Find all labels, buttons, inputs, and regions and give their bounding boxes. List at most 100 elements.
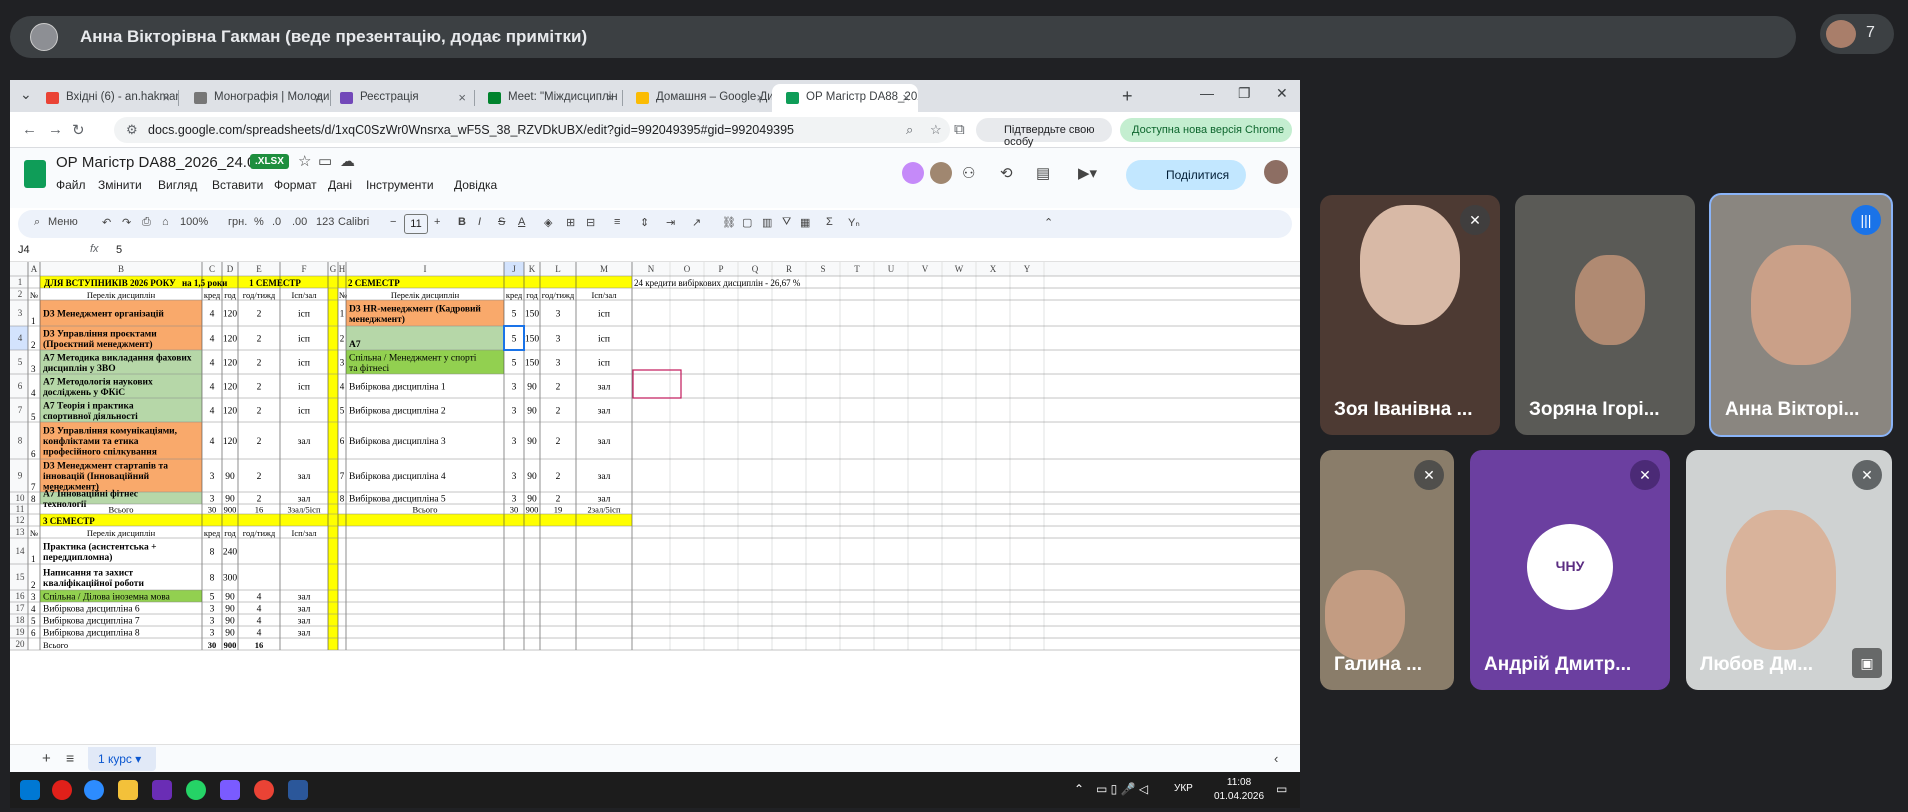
tab-monograph[interactable]: Монографія | Молодий в× xyxy=(180,84,330,112)
text-color-icon[interactable]: A xyxy=(518,216,525,228)
chrome-update-button[interactable]: Доступна нова версія Chrome xyxy=(1120,118,1292,142)
filter-icon[interactable]: ⛛ xyxy=(782,216,791,229)
valign-icon[interactable]: ⇕ xyxy=(640,216,649,229)
close-icon[interactable]: × xyxy=(314,90,322,105)
start-icon[interactable] xyxy=(20,780,40,800)
close-icon[interactable]: × xyxy=(458,90,466,105)
font-decrease-icon[interactable]: − xyxy=(390,216,396,228)
input-tools-icon[interactable]: Yₙ xyxy=(848,216,860,229)
close-icon[interactable]: × xyxy=(606,90,614,105)
window-close-icon[interactable]: ✕ xyxy=(1276,85,1288,102)
share-button[interactable]: Поділитися xyxy=(1126,160,1246,190)
chart-icon[interactable]: ▥ xyxy=(762,216,772,229)
menu-format[interactable]: Формат xyxy=(274,178,317,192)
paint-format-icon[interactable]: ⌂ xyxy=(162,216,169,228)
close-icon[interactable]: × xyxy=(162,90,170,105)
menu-insert[interactable]: Вставити xyxy=(212,178,263,192)
history-icon[interactable]: ⟲ xyxy=(1000,164,1013,182)
whatsapp-icon[interactable] xyxy=(186,780,206,800)
zoom-icon[interactable]: ⌕ xyxy=(906,122,913,138)
collaborator-avatar[interactable] xyxy=(902,162,924,184)
participant-tile[interactable]: ✕ Зоя Іванівна ... xyxy=(1320,195,1500,435)
star-icon[interactable]: ☆ xyxy=(298,152,311,170)
merge-icon[interactable]: ⊟ xyxy=(586,216,595,229)
link-icon[interactable]: ⛓ xyxy=(722,216,736,229)
site-info-icon[interactable]: ⚙ xyxy=(126,122,138,138)
maximize-icon[interactable]: ❐ xyxy=(1238,85,1251,102)
menu-help[interactable]: Довідка xyxy=(454,178,497,192)
participants-button[interactable]: 7 xyxy=(1820,14,1894,54)
menus-search[interactable]: Меню xyxy=(48,216,78,228)
print-icon[interactable]: ⎙ xyxy=(142,216,151,229)
participant-tile[interactable]: ✕ ▣ Любов Дм... xyxy=(1686,450,1892,690)
pin-icon[interactable]: ▣ xyxy=(1852,648,1882,678)
menu-data[interactable]: Дані xyxy=(328,178,352,192)
tab-sheets-active[interactable]: ОР Магістр DA88_2026_24× xyxy=(772,84,918,112)
system-clock[interactable]: 11:08 01.04.2026 xyxy=(1214,776,1264,804)
font-select[interactable]: Calibri xyxy=(338,216,369,228)
notifications-icon[interactable]: ▭ xyxy=(1276,782,1287,796)
percent-format[interactable]: % xyxy=(254,216,264,228)
file-explorer-icon[interactable] xyxy=(118,780,138,800)
tab-gmail[interactable]: Вхідні (6) - an.hakman@c× xyxy=(32,84,178,112)
close-icon[interactable]: × xyxy=(756,90,764,105)
extensions-icon[interactable]: ⧉ xyxy=(954,121,965,138)
formula-input[interactable]: 5 xyxy=(116,244,122,256)
functions-icon[interactable]: Σ xyxy=(826,216,833,228)
borders-icon[interactable]: ⊞ xyxy=(566,216,575,229)
language-indicator[interactable]: УКР xyxy=(1174,783,1193,794)
comments-icon[interactable]: ▤ xyxy=(1036,164,1050,182)
zoom-select[interactable]: 100% xyxy=(180,216,208,228)
collapse-icon[interactable]: ⌃ xyxy=(1044,216,1053,229)
sheets-logo-icon[interactable] xyxy=(24,160,46,188)
opera-icon[interactable] xyxy=(52,780,72,800)
comment-icon[interactable]: ▢ xyxy=(742,216,752,229)
more-formats[interactable]: 123 xyxy=(316,216,334,228)
copilot-icon[interactable] xyxy=(220,780,240,800)
viber-icon[interactable] xyxy=(152,780,172,800)
tab-registration[interactable]: Реєстрація × xyxy=(326,84,474,112)
bold-icon[interactable]: B xyxy=(458,216,466,228)
currency-format[interactable]: грн. xyxy=(228,216,247,228)
menu-tools[interactable]: Інструменти xyxy=(366,178,434,192)
name-box[interactable]: J4 xyxy=(18,244,30,256)
add-sheet-icon[interactable]: + xyxy=(42,750,51,767)
tab-search-icon[interactable]: ⌄ xyxy=(20,86,32,103)
fill-color-icon[interactable]: ◈ xyxy=(544,216,552,229)
participant-tile-speaking[interactable]: ||| Анна Вікторі... xyxy=(1709,193,1893,437)
collaborator-avatar[interactable] xyxy=(930,162,952,184)
italic-icon[interactable]: I xyxy=(478,216,481,228)
word-icon[interactable] xyxy=(288,780,308,800)
participant-tile[interactable]: Зоряна Ігорі... xyxy=(1515,195,1695,435)
decrease-decimal[interactable]: .0 xyxy=(272,216,281,228)
reload-icon[interactable]: ↻ xyxy=(72,121,85,139)
new-tab-button[interactable]: + xyxy=(1122,86,1133,107)
strikethrough-icon[interactable]: S xyxy=(498,216,505,228)
all-sheets-icon[interactable]: ≡ xyxy=(66,750,74,766)
document-title[interactable]: ОР Магістр DA88_2026_24.03 xyxy=(56,154,264,171)
participant-tile[interactable]: ЧНУ ✕ Андрій Дмитр... xyxy=(1470,450,1670,690)
undo-icon[interactable]: ↶ xyxy=(102,216,111,229)
tab-drive[interactable]: Домашня – Google Диск × xyxy=(622,84,772,112)
bookmark-star-icon[interactable]: ☆ xyxy=(930,122,942,138)
present-icon[interactable]: ⚇ xyxy=(962,164,975,182)
wrap-icon[interactable]: ⇥ xyxy=(666,216,675,229)
rotate-icon[interactable]: ↗ xyxy=(692,216,701,229)
menu-file[interactable]: Файл xyxy=(56,178,86,192)
font-increase-icon[interactable]: + xyxy=(434,216,440,228)
verify-identity-button[interactable]: Підтвердьте свою особу xyxy=(976,118,1112,148)
redo-icon[interactable]: ↷ xyxy=(122,216,131,229)
participant-tile[interactable]: ✕ Галина ... xyxy=(1320,450,1454,690)
account-avatar[interactable] xyxy=(1264,160,1288,184)
close-icon[interactable]: × xyxy=(902,90,910,105)
tab-meet[interactable]: Meet: "Міждисциплін × xyxy=(474,84,622,112)
filter-views-icon[interactable]: ▦ xyxy=(800,216,810,229)
back-icon[interactable]: ← xyxy=(22,121,37,138)
minimize-icon[interactable]: — xyxy=(1200,85,1214,101)
move-icon[interactable]: ▭ xyxy=(318,152,332,170)
increase-decimal[interactable]: .00 xyxy=(292,216,307,228)
font-size-field[interactable]: 11 xyxy=(404,214,428,234)
align-icon[interactable]: ≡ xyxy=(614,216,620,228)
spreadsheet-grid[interactable]: A B C D E F G H I J K L M N O P Q R S T U V W X Y 1 2 3 4 5 6 7 8 9 10 11 12… xyxy=(10,262,1300,728)
url-field[interactable]: ⚙ docs.google.com/spreadsheets/d/1xqC0Sz… xyxy=(114,117,950,143)
